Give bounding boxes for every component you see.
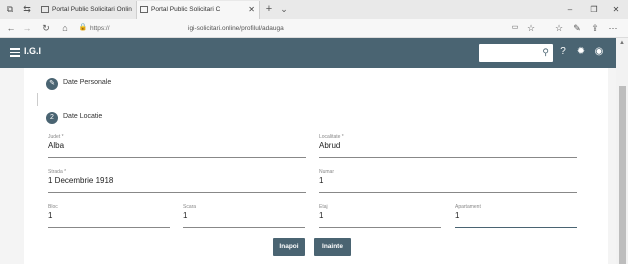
search-input[interactable]: ⚲ — [479, 44, 553, 62]
field-label: Apartament — [455, 204, 481, 210]
minimize-icon[interactable]: – — [560, 0, 580, 19]
apartament-field[interactable]: Apartament 1 — [455, 204, 577, 228]
field-value: Alba — [48, 141, 65, 150]
field-label: Scara — [183, 204, 197, 210]
tab-list-chevron-icon[interactable]: ⌄ — [279, 4, 289, 14]
etaj-field[interactable]: Etaj 1 — [319, 204, 441, 228]
field-underline — [48, 227, 170, 228]
field-underline — [319, 192, 577, 193]
step-label: Date Locatie — [63, 113, 103, 120]
field-value: 1 Decembrie 1918 — [48, 176, 114, 185]
field-underline — [319, 157, 577, 158]
close-tab-icon[interactable]: ✕ — [248, 1, 255, 19]
scara-field[interactable]: Scara 1 — [183, 204, 305, 228]
app-header: I.G.I ⚲ ? ✹ ◉ — [0, 38, 616, 68]
field-label: Strada * — [48, 169, 67, 175]
browser-address-bar: ← → ↻ ⌂ 🔒 https:// igi-solicitari.online… — [0, 19, 628, 38]
browser-tab-1[interactable]: Portal Public Solicitari Onlin — [38, 1, 133, 19]
field-label: Judet * — [48, 134, 64, 140]
back-button[interactable]: Inapoi — [273, 238, 305, 256]
pencil-icon: ✎ — [46, 78, 58, 90]
step-label: Date Personale — [63, 79, 112, 86]
refresh-icon[interactable]: ↻ — [39, 21, 53, 35]
browser-tab-bar: ⧉ ⇆ Portal Public Solicitari Onlin Porta… — [0, 0, 628, 19]
stepper-connector — [37, 93, 38, 106]
next-button[interactable]: Inainte — [314, 238, 351, 256]
step-date-personale[interactable]: ✎ Date Personale — [46, 78, 246, 92]
favorites-list-icon[interactable]: ☆ — [552, 21, 566, 35]
field-value: Abrud — [319, 141, 341, 150]
search-icon[interactable]: ⚲ — [542, 47, 549, 58]
notes-pen-icon[interactable]: ✎ — [570, 21, 584, 35]
help-icon[interactable]: ? — [557, 46, 569, 58]
step-date-locatie[interactable]: 2 Date Locatie — [46, 112, 246, 126]
scrollbar-thumb[interactable] — [619, 86, 626, 264]
home-icon[interactable]: ⌂ — [58, 21, 72, 35]
field-underline — [48, 192, 306, 193]
strada-field[interactable]: Strada * 1 Decembrie 1918 — [48, 169, 306, 193]
judet-field[interactable]: Judet * Alba — [48, 134, 306, 158]
more-icon[interactable]: ⋯ — [606, 21, 620, 35]
close-window-icon[interactable]: ✕ — [606, 0, 626, 19]
browser-tab-2[interactable]: Portal Public Solicitari C ✕ — [136, 1, 260, 19]
numar-field[interactable]: Numar 1 — [319, 169, 577, 193]
account-icon[interactable]: ◉ — [593, 46, 605, 58]
tab-title: Portal Public Solicitari C — [151, 6, 221, 13]
field-value: 1 — [48, 211, 53, 220]
field-underline — [455, 226, 577, 228]
page-icon — [41, 6, 49, 13]
app-title: I.G.I — [24, 46, 42, 56]
field-underline — [48, 157, 306, 158]
localitate-field[interactable]: Localitate * Abrud — [319, 134, 577, 158]
url-path: igi-solicitari.online/profilul/adauga — [188, 25, 284, 32]
url-scheme: https:// — [90, 25, 110, 32]
scroll-up-arrow-icon[interactable]: ▲ — [619, 40, 625, 46]
maximize-icon[interactable]: ❐ — [584, 0, 604, 19]
field-value: 1 — [319, 176, 324, 185]
gear-icon[interactable]: ✹ — [575, 46, 587, 58]
field-label: Etaj — [319, 204, 328, 210]
field-underline — [319, 227, 441, 228]
set-aside-tabs-icon[interactable]: ⇆ — [22, 4, 32, 14]
reading-view-icon[interactable]: ▭ — [508, 21, 522, 35]
step-number: 2 — [46, 112, 58, 124]
new-tab-icon[interactable]: + — [264, 4, 274, 15]
field-value: 1 — [319, 211, 324, 220]
field-label: Bloc — [48, 204, 58, 210]
form-card — [24, 68, 608, 264]
page-icon — [140, 6, 148, 13]
field-label: Numar — [319, 169, 335, 175]
field-underline — [183, 227, 305, 228]
field-value: 1 — [183, 211, 188, 220]
tab-title: Portal Public Solicitari Onlin — [52, 6, 132, 13]
share-icon[interactable]: ⇪ — [588, 21, 602, 35]
bloc-field[interactable]: Bloc 1 — [48, 204, 170, 228]
field-label: Localitate * — [319, 134, 344, 140]
favorite-star-icon[interactable]: ☆ — [524, 21, 538, 35]
url-field[interactable]: https:// igi-solicitari.online/profilul/… — [90, 22, 284, 35]
field-value: 1 — [455, 211, 460, 220]
forward-icon[interactable]: → — [20, 21, 34, 35]
tab-actions-icon[interactable]: ⧉ — [5, 4, 15, 14]
back-icon[interactable]: ← — [4, 21, 18, 35]
hamburger-menu-icon[interactable] — [10, 48, 20, 57]
lock-icon: 🔒 — [78, 24, 88, 31]
